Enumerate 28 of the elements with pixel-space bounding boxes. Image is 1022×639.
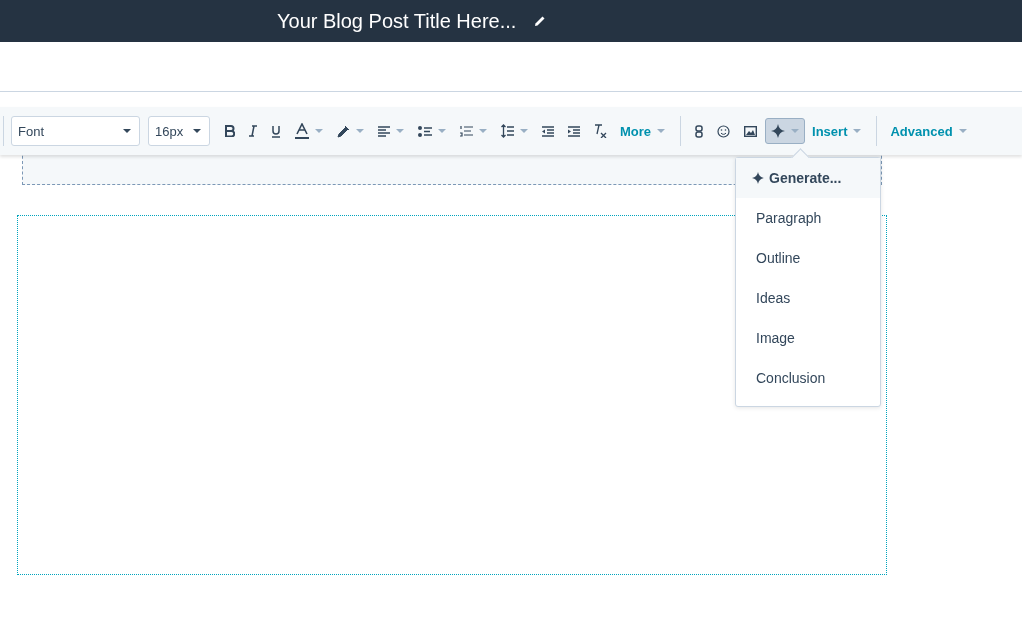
numbered-list-icon[interactable] (460, 125, 473, 137)
font-select[interactable]: Font (11, 116, 140, 146)
menu-item[interactable]: Outline (736, 238, 880, 278)
font-size-select[interactable]: 16px (148, 116, 210, 146)
indent-icon[interactable] (568, 125, 580, 137)
menu-item[interactable]: Conclusion (736, 358, 880, 398)
advanced-menu[interactable]: Advanced (884, 123, 973, 139)
align-left-icon[interactable] (378, 125, 390, 137)
text-color-icon[interactable] (295, 123, 309, 139)
clear-formatting-icon[interactable] (594, 124, 607, 138)
outdent-icon[interactable] (542, 125, 554, 137)
ai-button[interactable] (765, 118, 806, 144)
menu-item[interactable]: Image (736, 318, 880, 358)
pencil-icon[interactable] (534, 15, 547, 27)
bold-icon[interactable] (225, 125, 235, 137)
post-title[interactable]: Your Blog Post Title Here... (277, 9, 517, 33)
menu-item[interactable]: Generate... (736, 158, 880, 198)
italic-icon[interactable] (249, 125, 257, 137)
image-icon (744, 125, 758, 137)
pen-icon[interactable] (337, 124, 350, 138)
menu-item[interactable]: Paragraph (736, 198, 880, 238)
sparkle-icon (771, 124, 786, 138)
line-height-icon[interactable] (501, 124, 514, 138)
menu-item[interactable]: Ideas (736, 278, 880, 318)
bulleted-list-icon[interactable] (418, 125, 432, 137)
underline-icon[interactable] (271, 124, 281, 138)
emoji-icon (717, 124, 731, 138)
link-icon (695, 124, 704, 138)
